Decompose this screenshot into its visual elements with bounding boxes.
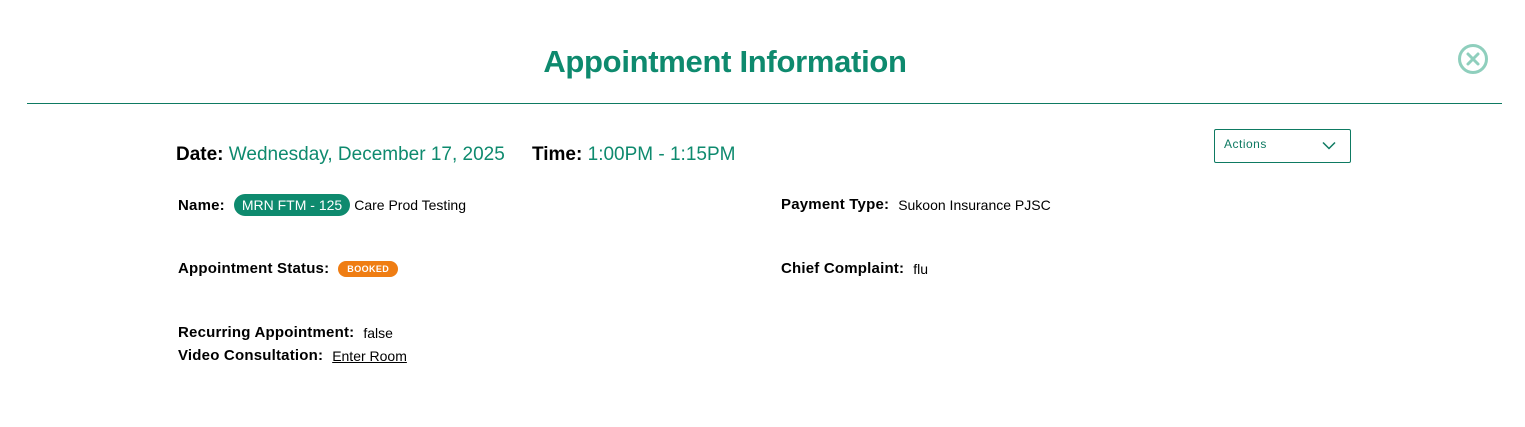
appointment-status-field: Appointment Status: BOOKED: [178, 260, 399, 277]
modal-title: Appointment Information: [543, 44, 907, 79]
actions-dropdown[interactable]: Actions: [1214, 129, 1351, 163]
patient-name: Care Prod Testing: [354, 197, 467, 213]
mrn-badge: MRN FTM - 125: [233, 194, 351, 216]
payment-type-field: Payment Type: Sukoon Insurance PJSC: [781, 196, 1051, 213]
status-badge: BOOKED: [338, 260, 399, 277]
payment-type-label: Payment Type:: [781, 196, 890, 213]
chevron-down-icon: [1322, 137, 1336, 155]
recurring-appointment-label: Recurring Appointment:: [178, 324, 355, 341]
recurring-appointment-field: Recurring Appointment: false: [178, 324, 393, 341]
chief-complaint-label: Chief Complaint:: [781, 260, 905, 277]
appointment-info-modal: Appointment Information Date: Wednesday,…: [0, 0, 1525, 427]
time-row: Time: 1:00PM - 1:15PM: [532, 144, 735, 166]
enter-room-link[interactable]: Enter Room: [332, 348, 407, 364]
time-value: 1:00PM - 1:15PM: [587, 144, 736, 165]
time-label: Time:: [532, 144, 583, 165]
name-field: Name: MRN FTM - 125 Care Prod Testing: [178, 194, 466, 216]
actions-label: Actions: [1224, 137, 1267, 151]
video-consultation-label: Video Consultation:: [178, 347, 324, 364]
date-row: Date: Wednesday, December 17, 2025: [176, 144, 505, 166]
chief-complaint-field: Chief Complaint: flu: [781, 260, 928, 277]
name-label: Name:: [178, 196, 225, 214]
close-icon[interactable]: [1457, 43, 1489, 75]
date-value: Wednesday, December 17, 2025: [228, 144, 505, 165]
chief-complaint-value: flu: [913, 260, 928, 277]
video-consultation-field: Video Consultation: Enter Room: [178, 347, 407, 364]
payment-type-value: Sukoon Insurance PJSC: [898, 196, 1051, 213]
appointment-status-label: Appointment Status:: [178, 260, 330, 277]
date-label: Date:: [176, 144, 224, 165]
recurring-appointment-value: false: [363, 324, 393, 341]
header-divider: [27, 103, 1502, 104]
